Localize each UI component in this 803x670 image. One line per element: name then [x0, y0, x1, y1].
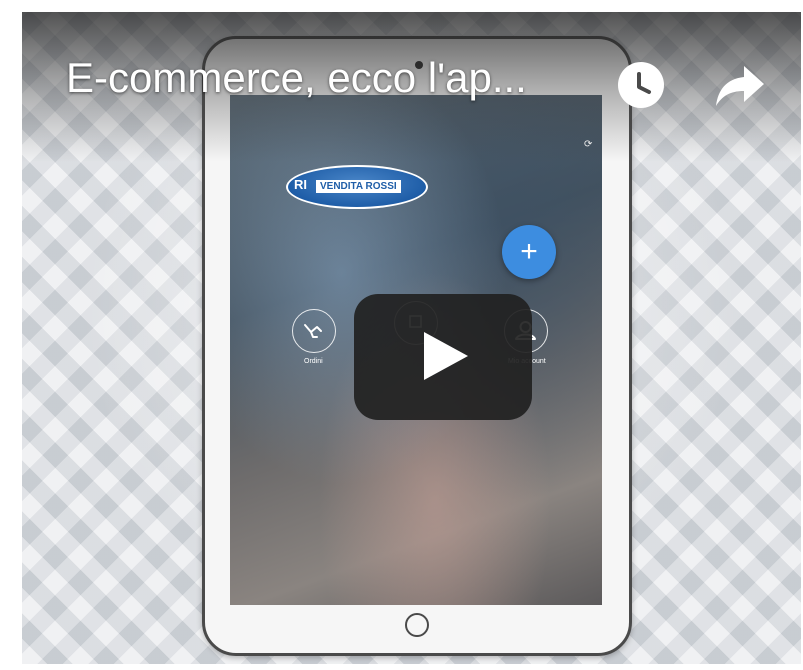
orders-button[interactable] — [292, 309, 336, 353]
clock-icon — [637, 72, 651, 94]
add-button[interactable]: + — [502, 225, 556, 279]
play-icon — [424, 332, 468, 380]
share-arrow-icon — [716, 66, 764, 106]
order-icon — [304, 324, 322, 338]
tablet-home-button — [405, 613, 429, 637]
orders-label: Ordini — [304, 358, 323, 365]
logo-text: VENDITA ROSSI — [316, 180, 401, 193]
watch-later-button[interactable] — [618, 62, 664, 108]
play-button[interactable] — [354, 294, 532, 420]
video-player[interactable]: E-commerce, ecco l'ap... ⟳ RI VENDITA RO… — [22, 12, 801, 664]
share-button[interactable] — [712, 58, 768, 112]
video-title[interactable]: E-commerce, ecco l'ap... — [66, 54, 527, 102]
logo-prefix: RI — [294, 177, 307, 192]
plus-icon: + — [520, 235, 538, 268]
brand-logo: RI VENDITA ROSSI — [286, 165, 428, 209]
